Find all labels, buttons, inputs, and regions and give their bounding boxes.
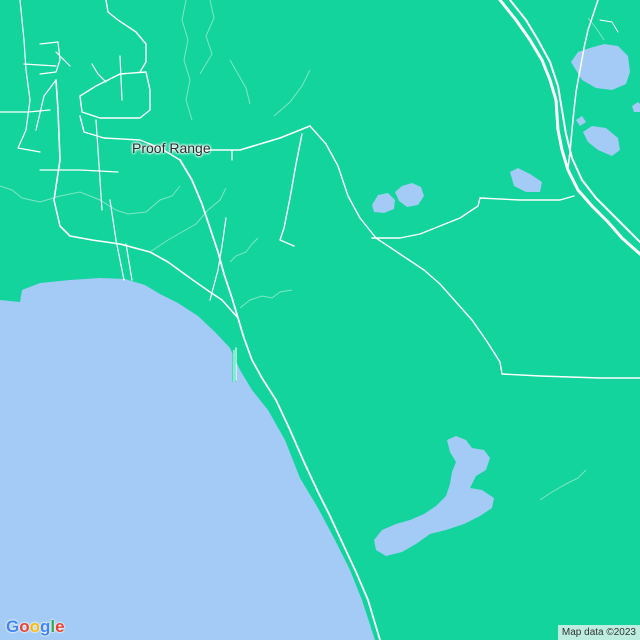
logo-letter: g xyxy=(40,617,51,636)
map-attribution[interactable]: Map data ©2023 xyxy=(557,625,640,640)
logo-letter: o xyxy=(19,617,30,636)
logo-letter: G xyxy=(6,617,20,636)
map-view[interactable]: Proof Range Google Map data ©2023 xyxy=(0,0,640,640)
map-canvas[interactable] xyxy=(0,0,640,640)
logo-letter: o xyxy=(29,617,41,636)
place-label-proof-range[interactable]: Proof Range xyxy=(132,140,211,156)
google-logo[interactable]: Google xyxy=(6,617,65,637)
logo-letter: e xyxy=(55,617,65,636)
